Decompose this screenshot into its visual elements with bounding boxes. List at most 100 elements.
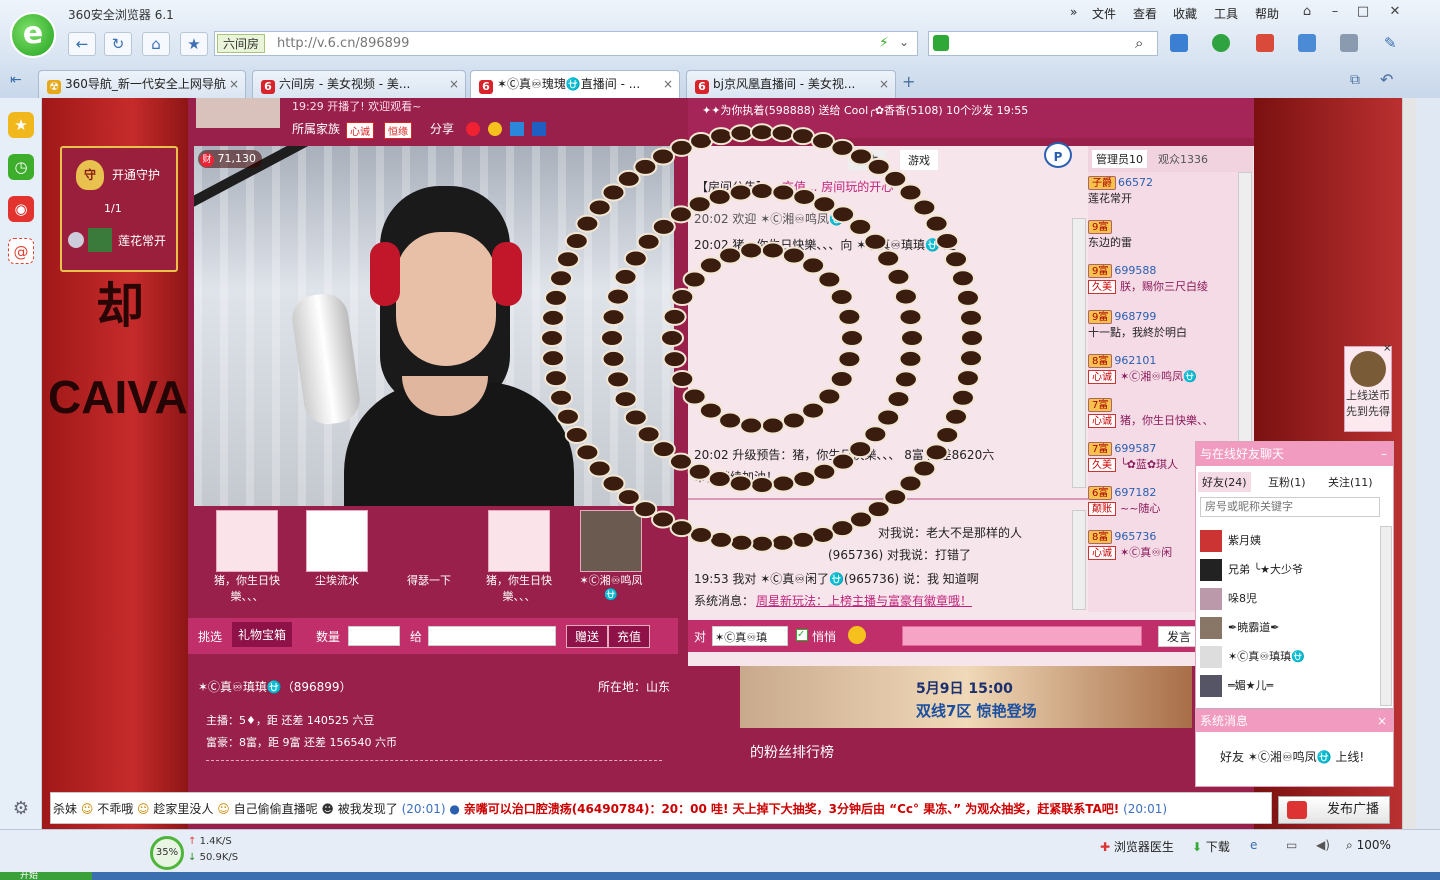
zoom-control[interactable]: ⌕ 100% [1346, 838, 1391, 853]
skin-icon[interactable]: ⌂ [1294, 2, 1320, 22]
tab-admins[interactable]: 管理员10 [1092, 150, 1147, 168]
tab-live-room[interactable]: 6 ✶Ⓒ真♾瑰瑰⛎直播间 - ... × [470, 70, 680, 98]
list-item[interactable]: 紫月姨 [1200, 526, 1305, 555]
tab-friends[interactable]: 好友(24) [1198, 472, 1251, 492]
family-tag[interactable]: 恒缘 [384, 122, 412, 139]
tools-icon[interactable]: ✎ [1384, 34, 1397, 52]
menu-favorites[interactable]: 收藏 [1173, 5, 1197, 22]
ie-icon[interactable]: e [1250, 838, 1257, 852]
address-bar[interactable]: 六间房 http://v.6.cn/896899 ⚡ ⌄ [214, 31, 918, 56]
refresh-icon[interactable]: ↻ [104, 32, 132, 56]
tab-mutual[interactable]: 互粉(1) [1268, 474, 1306, 490]
translate-icon[interactable] [1256, 34, 1274, 52]
menu-help[interactable]: 帮助 [1255, 5, 1279, 22]
friend-search-input[interactable] [1200, 497, 1380, 517]
home-icon[interactable]: ⌂ [142, 32, 170, 56]
page-scrollbar[interactable] [1402, 98, 1416, 829]
shield-icon[interactable] [1212, 34, 1230, 52]
minimize-button[interactable]: – [1322, 2, 1348, 22]
close-ad-icon[interactable]: × [1383, 343, 1391, 354]
host-avatar[interactable] [196, 98, 280, 128]
tab-following[interactable]: 关注(11) [1328, 474, 1373, 490]
screenshot-icon[interactable] [1298, 34, 1316, 52]
back-icon[interactable]: ← [68, 32, 96, 56]
game-ad-banner[interactable]: 5月9日 15:00 双线7区 惊艳登场 [740, 666, 1192, 728]
weibo-sidebar-icon[interactable]: ◉ [8, 196, 34, 222]
browser-doctor[interactable]: ✚ 浏览器医生 [1100, 838, 1174, 855]
window-icon[interactable]: ▭ [1286, 838, 1297, 852]
publish-broadcast-button[interactable]: 发布广播 [1278, 796, 1390, 824]
guard-member-name[interactable]: 莲花常开 [118, 232, 166, 249]
open-guard-button[interactable]: 开通守护 [112, 166, 160, 183]
friend-list-scrollbar[interactable] [1380, 526, 1392, 706]
settings-gear-icon[interactable]: ⚙ [8, 796, 34, 822]
list-item[interactable]: 7富 心诚 猪，你生日快樂、、 [1088, 398, 1253, 442]
gift-item[interactable]: 得瑟一下 [396, 510, 462, 600]
list-item[interactable]: 兄弟 ╰★大少爷 [1200, 555, 1305, 584]
site-tag[interactable]: 六间房 [217, 34, 266, 53]
menu-tools[interactable]: 工具 [1214, 5, 1238, 22]
family-tag[interactable]: 心诚 [346, 122, 374, 139]
target-select[interactable]: ✶Ⓒ真♾瑱 [712, 626, 788, 646]
send-gift-button[interactable]: 赠送 [566, 625, 609, 648]
close-tab-icon[interactable]: × [663, 71, 673, 97]
list-item[interactable]: 9富 699588 久美 朕，赐你三尺白绫 [1088, 264, 1253, 308]
cpu-meter[interactable]: 35% [150, 836, 184, 870]
recharge-button[interactable]: 充值 [608, 625, 651, 648]
star-icon[interactable]: ★ [180, 32, 208, 56]
tab-games[interactable]: 游戏 [900, 150, 938, 170]
undo-close-icon[interactable]: ↶ [1380, 70, 1393, 89]
dropdown-icon[interactable]: ⌄ [899, 35, 909, 49]
gift-box-button[interactable]: 礼物宝箱 [232, 622, 293, 647]
url-text[interactable]: http://v.6.cn/896899 [277, 36, 409, 51]
search-engine-icon[interactable] [933, 35, 949, 51]
quantity-input[interactable] [348, 626, 400, 646]
favorites-sidebar-icon[interactable]: ★ [8, 112, 34, 138]
list-item[interactable]: 哚8児 [1200, 584, 1305, 613]
send-message-button[interactable]: 发言 [1158, 626, 1201, 647]
close-icon[interactable]: × [1377, 710, 1387, 732]
games-icon[interactable] [1340, 34, 1358, 52]
video-stream[interactable]: 财 71,130 [194, 146, 674, 506]
list-item[interactable]: 8富 962101 心诚 ✶Ⓒ湘♾鸣凤⛎ [1088, 354, 1253, 398]
whisper-checkbox[interactable]: ✓ [796, 629, 808, 641]
gift-item[interactable]: 猪，你生日快樂、、、 [486, 510, 552, 603]
p2-icon[interactable]: P [1044, 142, 1072, 168]
gift-item[interactable]: 尘埃流水 [304, 510, 370, 600]
list-item[interactable]: 9富 968799 十一點，我終於明白 [1088, 310, 1253, 354]
volume-icon[interactable]: ◀) [1316, 838, 1330, 852]
gift-item[interactable]: ✶Ⓒ湘♾鸣凤⛎ [578, 510, 644, 601]
tab-bj-room[interactable]: 6 bj京风凰直播间 - 美女视... × [686, 70, 896, 98]
chat-message-input[interactable] [902, 626, 1142, 646]
avatar[interactable] [88, 228, 112, 252]
close-tab-icon[interactable]: × [879, 71, 889, 97]
close-window-button[interactable]: ✕ [1382, 2, 1408, 22]
list-item[interactable]: 子爵 66572 莲花常开 [1088, 176, 1253, 220]
search-icon[interactable]: ⌕ [1135, 34, 1143, 52]
maximize-button[interactable]: □ [1350, 2, 1376, 22]
apps-icon[interactable] [1170, 34, 1188, 52]
recipient-input[interactable] [428, 626, 556, 646]
mail-sidebar-icon[interactable]: @ [8, 238, 34, 264]
new-tab-icon[interactable]: + [902, 72, 915, 91]
renren-share-icon[interactable] [510, 122, 524, 136]
list-item[interactable]: ✶Ⓒ真♾瑱瑱⛎ [1200, 642, 1305, 671]
douban-share-icon[interactable] [532, 122, 546, 136]
tab-6cn[interactable]: 6 六间房 - 美女视频 - 美... × [252, 70, 466, 98]
list-item[interactable]: ✒暁霸道✒ [1200, 613, 1305, 642]
menu-view[interactable]: 查看 [1133, 5, 1157, 22]
tab-list-icon[interactable]: ⧉ [1350, 72, 1360, 88]
close-tab-icon[interactable]: × [229, 71, 239, 97]
list-item[interactable]: ═媚★儿═ [1200, 671, 1305, 700]
private-scrollbar[interactable] [1072, 510, 1086, 610]
search-input[interactable]: ⌕ [928, 31, 1158, 56]
history-sidebar-icon[interactable]: ◷ [8, 154, 34, 180]
menu-file[interactable]: 文件 [1092, 5, 1116, 22]
tab-360-nav[interactable]: ☢ 360导航_新一代安全上网导航 × [38, 70, 246, 98]
close-tab-icon[interactable]: × [449, 71, 459, 97]
chat-scrollbar[interactable] [1072, 218, 1086, 488]
menu-chevron-icon[interactable]: » [1070, 5, 1077, 19]
system-link[interactable]: 周星新玩法：上榜主播与富豪有徽章哦！ [756, 592, 972, 609]
weibo-share-icon[interactable] [466, 122, 480, 136]
host-name[interactable]: ✶Ⓒ真♾瑱瑱⛎（896899） [198, 678, 352, 695]
